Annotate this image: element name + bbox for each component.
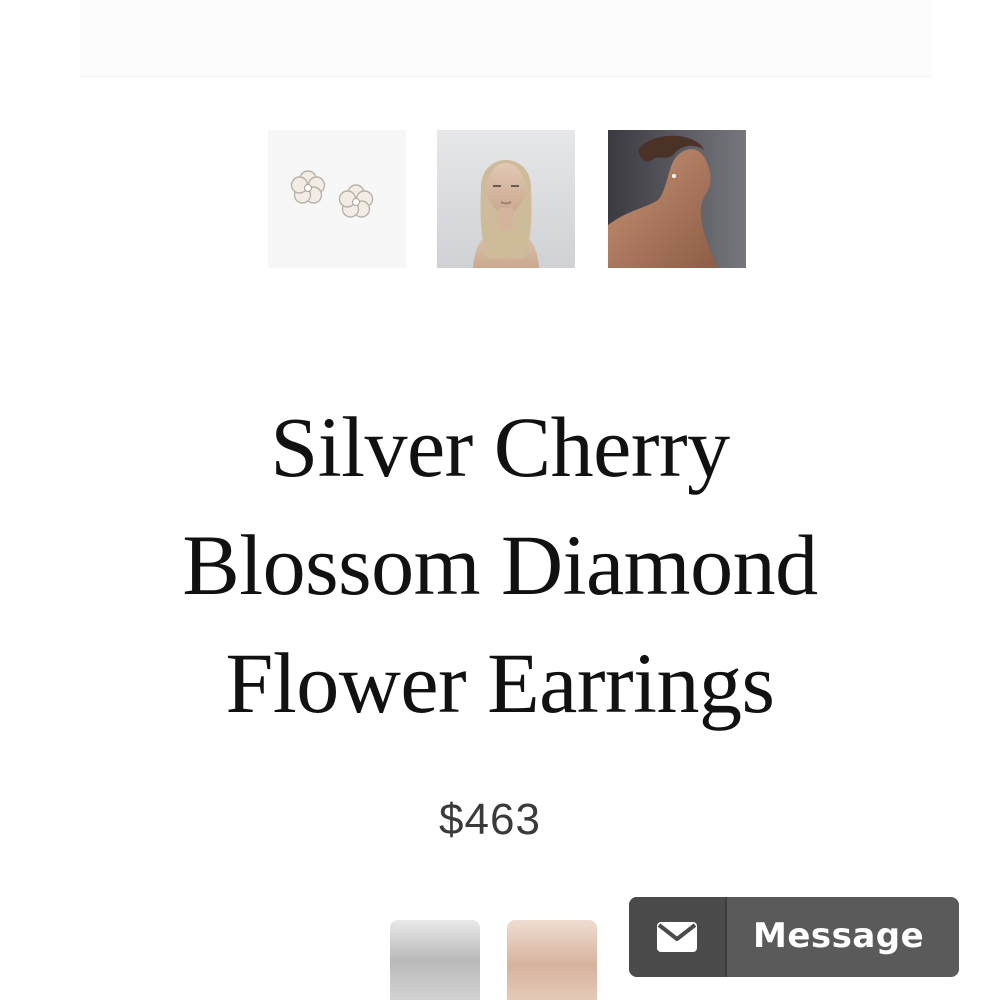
message-button-label: Message [753, 916, 925, 956]
product-title-line-2: Blossom Diamond [182, 517, 818, 613]
model-profile-image [608, 130, 746, 268]
message-icon-box [629, 897, 727, 977]
envelope-icon [657, 922, 697, 952]
product-title-line-3: Flower Earrings [225, 635, 775, 731]
message-button[interactable]: Message [629, 897, 959, 977]
main-product-image-area [80, 0, 932, 77]
model-front-image [437, 130, 575, 268]
thumbnail-model-front[interactable] [437, 130, 575, 268]
thumbnail-gallery [268, 130, 748, 268]
swatch-silver[interactable] [390, 920, 480, 1000]
swatch-rose-gold[interactable] [507, 920, 597, 1000]
product-title: Silver Cherry Blossom Diamond Flower Ear… [60, 388, 940, 742]
product-price: $463 [439, 795, 541, 844]
product-title-line-1: Silver Cherry [270, 399, 730, 495]
earrings-image [268, 130, 406, 268]
thumbnail-model-profile[interactable] [608, 130, 746, 268]
thumbnail-earrings[interactable] [268, 130, 406, 268]
